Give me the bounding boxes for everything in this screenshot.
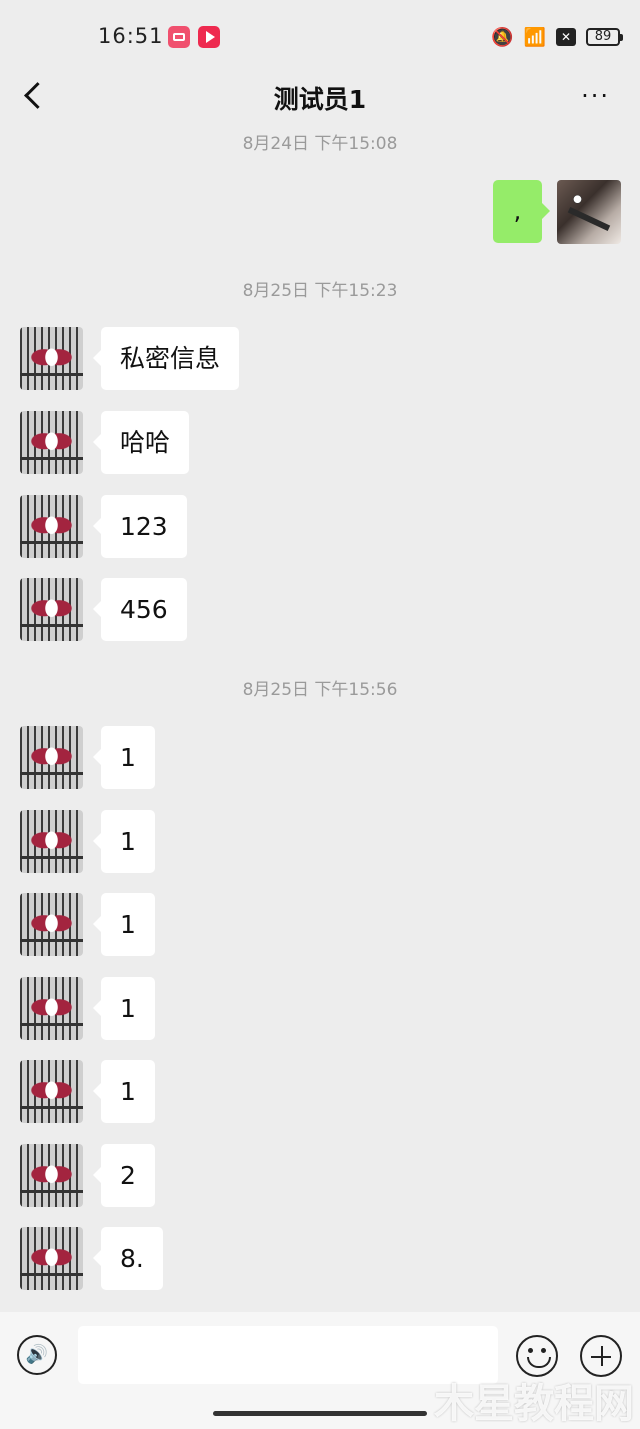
incoming-message: 1 — [0, 726, 640, 790]
battery-icon: 89 — [586, 28, 623, 46]
timestamp: 8月25日 下午15:56 — [242, 680, 398, 700]
message-bubble[interactable]: 1 — [93, 1060, 155, 1123]
timestamp: 8月25日 下午15:23 — [242, 281, 398, 301]
contact-avatar[interactable] — [20, 893, 83, 956]
wifi-icon: 📶 — [523, 26, 546, 48]
video-app-icon — [198, 26, 220, 48]
message-bubble[interactable]: 哈哈 — [92, 411, 190, 474]
timestamp: 8月24日 下午15:08 — [242, 134, 398, 154]
screen-record-icon — [168, 26, 190, 48]
contact-avatar[interactable] — [20, 1227, 83, 1290]
message-bubble[interactable]: 私密信息 — [92, 327, 240, 390]
message-bubble-outgoing[interactable]: , — [493, 180, 550, 243]
contact-avatar[interactable] — [20, 578, 83, 641]
message-bubble[interactable]: 8. — [93, 1227, 163, 1290]
my-avatar[interactable] — [557, 180, 621, 244]
contact-avatar[interactable] — [20, 327, 83, 390]
outgoing-message: , — [0, 180, 640, 244]
contact-avatar[interactable] — [20, 495, 83, 558]
message-bubble[interactable]: 1 — [93, 977, 155, 1040]
input-bar: 🔊 木星教程网 — [0, 1312, 640, 1429]
contact-avatar[interactable] — [20, 411, 83, 474]
incoming-message: 1 — [0, 977, 640, 1041]
incoming-message: 1 — [0, 893, 640, 957]
incoming-message: 456 — [0, 578, 640, 642]
contact-avatar[interactable] — [20, 810, 83, 873]
contact-avatar[interactable] — [20, 1144, 83, 1207]
incoming-message: 8. — [0, 1227, 640, 1291]
incoming-message: 哈哈 — [0, 411, 640, 475]
contact-avatar[interactable] — [20, 726, 83, 789]
voice-input-icon[interactable]: 🔊 — [17, 1335, 57, 1375]
chat-header: 测试员1 ··· — [0, 72, 640, 122]
home-indicator[interactable] — [213, 1411, 427, 1416]
incoming-message: 私密信息 — [0, 327, 640, 391]
message-bubble[interactable]: 1 — [93, 810, 155, 873]
status-bar: 16:51 🔕 📶 ✕ 89 — [0, 0, 640, 72]
incoming-message: 1 — [0, 1060, 640, 1124]
message-bubble[interactable]: 2 — [93, 1144, 155, 1207]
contact-avatar[interactable] — [20, 977, 83, 1040]
chat-title: 测试员1 — [273, 85, 367, 114]
contact-avatar[interactable] — [20, 1060, 83, 1123]
message-bubble[interactable]: 123 — [93, 495, 187, 558]
incoming-message: 123 — [0, 495, 640, 559]
message-bubble[interactable]: 456 — [93, 578, 187, 641]
incoming-message: 2 — [0, 1144, 640, 1208]
message-bubble[interactable]: 1 — [93, 893, 155, 956]
message-bubble[interactable]: 1 — [93, 726, 155, 789]
incoming-message: 1 — [0, 810, 640, 874]
no-sim-icon: ✕ — [556, 28, 576, 46]
status-time: 16:51 — [98, 24, 164, 48]
status-icons: 🔕 📶 ✕ 89 — [481, 24, 623, 50]
mute-icon: 🔕 — [491, 26, 514, 48]
watermark: 木星教程网 — [434, 1381, 634, 1427]
more-options-icon[interactable]: ··· — [581, 82, 610, 110]
